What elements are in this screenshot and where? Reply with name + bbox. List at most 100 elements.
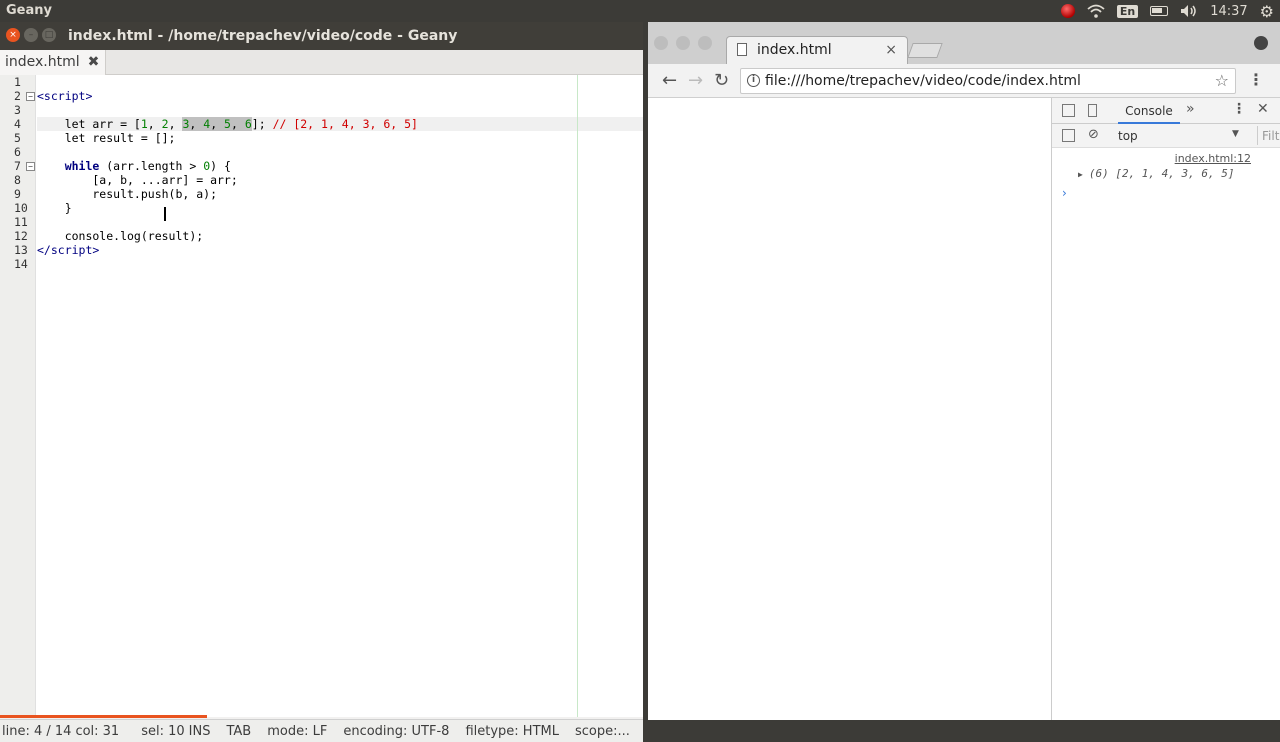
browser-close-button[interactable]: [654, 36, 668, 50]
tab-console[interactable]: Console: [1118, 98, 1180, 124]
line-number: 11: [14, 215, 28, 229]
clock[interactable]: 14:37: [1210, 4, 1247, 19]
window-minimize-button[interactable]: –: [24, 28, 38, 42]
status-col: col: 31: [75, 723, 120, 739]
geany-window: × – □ index.html - /home/trepachev/video…: [0, 22, 643, 742]
browser-tab-title: index.html: [757, 42, 832, 58]
line-number: 6: [14, 145, 21, 159]
code-line: [a, b, ...arr] = arr;: [37, 173, 238, 187]
console-toolbar: ⊘ top ▼ Filt: [1052, 124, 1280, 148]
code-lines[interactable]: <script> let arr = [1, 2, 3, 4, 5, 6]; /…: [37, 75, 643, 271]
code-line: while (arr.length > 0) {: [64, 159, 231, 173]
browser-tab-index-html[interactable]: index.html ×: [726, 36, 908, 64]
mouse-ibeam-cursor-icon: [164, 207, 166, 221]
browser-maximize-button[interactable]: [698, 36, 712, 50]
inspect-element-icon[interactable]: [1062, 104, 1075, 117]
long-line-marker: [577, 75, 578, 717]
top-panel: Geany En 14:37 ⚙: [0, 0, 1280, 22]
tab-index-html[interactable]: index.html ✖: [0, 50, 107, 75]
volume-icon[interactable]: [1180, 4, 1198, 18]
line-number: 10: [14, 201, 28, 215]
chevron-down-icon[interactable]: ▼: [1232, 129, 1239, 139]
active-app-name: Geany: [6, 3, 52, 18]
code-line: let result = [];: [37, 131, 176, 145]
code-line: console.log(result);: [37, 229, 204, 243]
page-favicon-icon: [737, 43, 747, 56]
code-line: }: [37, 201, 72, 215]
status-encoding: encoding: UTF-8: [343, 723, 450, 739]
tab-close-icon[interactable]: ✖: [88, 54, 100, 75]
chrome-window: index.html × ← → ↻ i file:///home/trepac…: [648, 22, 1280, 720]
log-value: (6) [2, 1, 4, 3, 6, 5]: [1088, 167, 1235, 180]
keyboard-layout-indicator[interactable]: En: [1116, 4, 1139, 18]
show-sidebar-icon[interactable]: [1062, 129, 1075, 142]
more-tabs-icon[interactable]: »: [1186, 101, 1195, 117]
browser-toolbar: ← → ↻ i file:///home/trepachev/video/cod…: [648, 64, 1280, 98]
line-number: 8: [14, 173, 21, 187]
line-number: 9: [14, 187, 21, 201]
clear-console-icon[interactable]: ⊘: [1088, 127, 1099, 142]
forward-arrow-icon[interactable]: →: [688, 70, 703, 91]
status-line: line: 4 / 14: [2, 723, 72, 739]
line-number: 14: [14, 257, 28, 271]
browser-minimize-button[interactable]: [676, 36, 690, 50]
fold-toggle-icon[interactable]: −: [26, 92, 35, 101]
record-icon[interactable]: [1060, 4, 1075, 18]
status-ins: INS: [188, 723, 211, 739]
status-sel: sel: 10: [141, 723, 185, 739]
address-bar[interactable]: i file:///home/trepachev/video/code/inde…: [740, 68, 1236, 94]
battery-icon[interactable]: [1150, 6, 1169, 16]
system-tray: En 14:37 ⚙: [1055, 0, 1280, 22]
line-number: 5: [14, 131, 21, 145]
settings-gear-icon[interactable]: ⚙: [1260, 2, 1274, 21]
tab-label[interactable]: index.html: [5, 54, 80, 75]
line-number-gutter: 1 2 3 4 5 6 7 8 9 10 11 12 13 14 − −: [0, 75, 36, 717]
line-number: 3: [14, 103, 21, 117]
code-line: <script>: [37, 89, 93, 103]
window-maximize-button[interactable]: □: [42, 28, 56, 42]
browser-tab-close-icon[interactable]: ×: [885, 42, 897, 58]
status-filetype: filetype: HTML: [465, 723, 559, 739]
window-title: index.html - /home/trepachev/video/code …: [68, 28, 458, 44]
browser-menu-icon[interactable]: ⋮: [1248, 70, 1264, 89]
status-bar: line: 4 / 14 col: 31 sel: 10 INS TAB mod…: [0, 719, 643, 742]
code-line: </script>: [37, 243, 100, 257]
code-editor[interactable]: 1 2 3 4 5 6 7 8 9 10 11 12 13 14 − − <sc…: [0, 75, 643, 717]
devtools-menu-icon[interactable]: ⋮: [1232, 101, 1246, 117]
info-icon[interactable]: i: [747, 74, 760, 87]
console-log-entry[interactable]: ▶ (6) [2, 1, 4, 3, 6, 5]: [1078, 167, 1235, 180]
fold-toggle-icon[interactable]: −: [26, 162, 35, 171]
geany-titlebar: × – □ index.html - /home/trepachev/video…: [0, 22, 643, 50]
document-tabs: index.html ✖: [0, 50, 643, 75]
console-prompt[interactable]: ›: [1062, 186, 1067, 200]
code-line-current: let arr = [1, 2, 3, 4, 5, 6]; // [2, 1, …: [37, 117, 643, 131]
expand-triangle-icon[interactable]: ▶: [1078, 170, 1083, 179]
devtools-close-icon[interactable]: ✕: [1257, 101, 1269, 117]
reload-icon[interactable]: ↻: [714, 70, 729, 91]
line-number: 13: [14, 243, 28, 257]
bookmark-star-icon[interactable]: ☆: [1215, 71, 1229, 90]
new-tab-button[interactable]: [907, 43, 943, 58]
profile-icon[interactable]: [1254, 36, 1268, 50]
url-text[interactable]: file:///home/trepachev/video/code/index.…: [765, 73, 1081, 89]
status-scope: scope:...: [574, 723, 630, 739]
wifi-icon[interactable]: [1087, 4, 1105, 18]
console-filter-input[interactable]: Filt: [1257, 126, 1280, 145]
window-close-button[interactable]: ×: [6, 28, 20, 42]
back-arrow-icon[interactable]: ←: [662, 70, 677, 91]
devtools-toolbar: Console » ⋮ ✕: [1052, 98, 1280, 124]
context-selector[interactable]: top: [1118, 129, 1138, 143]
log-source-link[interactable]: index.html:12: [1175, 152, 1251, 165]
line-number: 4: [14, 117, 21, 131]
device-toolbar-icon[interactable]: [1088, 104, 1097, 117]
code-line: result.push(b, a);: [37, 187, 218, 201]
progress-bar: [0, 715, 207, 718]
page-viewport[interactable]: [648, 98, 1051, 720]
status-mode: mode: LF: [267, 723, 328, 739]
browser-tab-strip: index.html ×: [648, 22, 1280, 64]
